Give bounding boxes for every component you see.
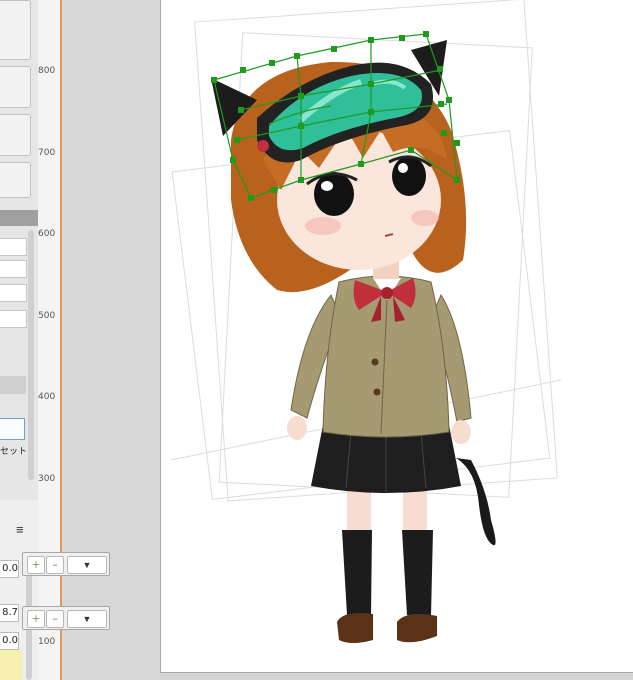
- ruler-tick: 500: [38, 311, 56, 321]
- ruler-tick: 700: [38, 148, 56, 158]
- add-keyform-icon[interactable]: ＋: [27, 610, 45, 628]
- parameter-value-3[interactable]: 0.0: [0, 632, 19, 650]
- canvas-gutter: [62, 0, 160, 680]
- property-field-3[interactable]: [0, 284, 27, 302]
- parameter-highlight: [0, 650, 22, 680]
- panel-scrollbar[interactable]: [28, 230, 34, 480]
- add-keyform-icon[interactable]: ＋: [27, 556, 45, 574]
- legs: [337, 488, 437, 643]
- dropdown-arrow-icon[interactable]: ▼: [67, 610, 107, 628]
- keyform-toolbar-2: ＋ − ▼: [22, 606, 110, 630]
- model-drawing: [170, 0, 562, 643]
- vertical-ruler: 800 700 600 500 400 300 100: [38, 0, 61, 680]
- parameter-value-2[interactable]: 8.7: [0, 604, 19, 622]
- hamburger-menu-icon[interactable]: ≡: [16, 522, 24, 537]
- tool-button-4[interactable]: [0, 162, 31, 198]
- tool-button-3[interactable]: [0, 114, 31, 156]
- ruler-tick: 300: [38, 474, 56, 484]
- keyform-toolbar-1: ＋ − ▼: [22, 552, 110, 576]
- preset-label: セット: [0, 446, 28, 456]
- tool-button-2[interactable]: [0, 66, 31, 108]
- tool-button-1[interactable]: [0, 0, 31, 60]
- tail: [456, 458, 496, 546]
- delete-keyform-icon[interactable]: −: [46, 610, 64, 628]
- jacket: [322, 275, 450, 438]
- ruler-tick: 100: [38, 637, 56, 647]
- left-panel: セット ≡: [0, 0, 39, 680]
- selected-field[interactable]: [0, 418, 25, 440]
- ruler-tick: 600: [38, 229, 56, 239]
- delete-keyform-icon[interactable]: −: [46, 556, 64, 574]
- property-field-1[interactable]: [0, 238, 27, 256]
- canvas[interactable]: [160, 0, 633, 673]
- parameter-value-1[interactable]: 0.0: [0, 560, 19, 578]
- ruler-tick: 400: [38, 392, 56, 402]
- ruler-tick: 800: [38, 66, 56, 76]
- property-section: [0, 376, 26, 394]
- property-field-4[interactable]: [0, 310, 27, 328]
- panel-header: [0, 210, 38, 226]
- property-field-2[interactable]: [0, 260, 27, 278]
- dropdown-arrow-icon[interactable]: ▼: [67, 556, 107, 574]
